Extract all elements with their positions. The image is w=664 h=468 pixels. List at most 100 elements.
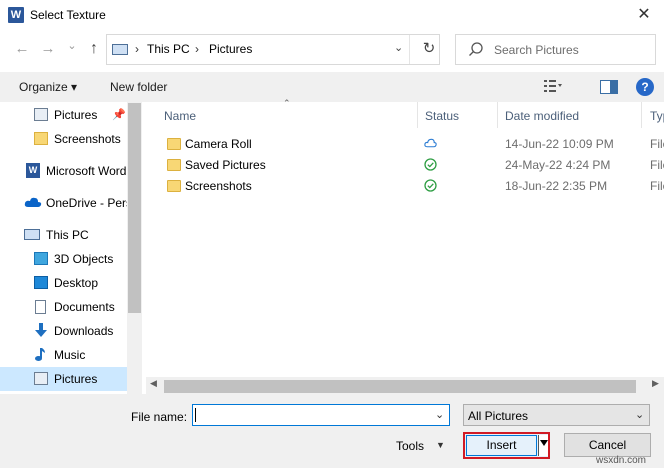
- document-icon: [35, 300, 46, 314]
- sidebar-item-label: Pictures: [54, 108, 98, 122]
- list-item[interactable]: Camera Roll 14-Jun-22 10:09 PM File: [142, 134, 664, 155]
- column-header-status[interactable]: Status: [425, 109, 459, 123]
- cloud-icon: [24, 197, 42, 207]
- breadcrumb-separator[interactable]: ›: [135, 42, 139, 56]
- folder-icon: [34, 132, 48, 145]
- file-name-label: File name:: [131, 410, 188, 424]
- file-name-dropdown-icon[interactable]: ⌄: [435, 408, 444, 421]
- scroll-left-arrow-icon[interactable]: ◀: [150, 378, 157, 389]
- sidebar-item-this-pc[interactable]: This PC: [0, 223, 127, 247]
- watermark: wsxdn.com: [596, 455, 647, 466]
- item-type: File: [650, 137, 664, 151]
- search-box[interactable]: Search Pictures: [455, 34, 656, 65]
- recent-locations-chevron-icon[interactable]: ⌄: [62, 36, 82, 56]
- item-type: File: [650, 158, 664, 172]
- cloud-status-icon: [424, 138, 437, 148]
- sidebar-item-label: Music: [54, 348, 86, 362]
- sidebar-item-music[interactable]: Music: [0, 343, 127, 367]
- pc-icon: [24, 229, 40, 240]
- insert-dropdown-arrow-icon[interactable]: [540, 440, 548, 446]
- sidebar-item-label: Desktop: [54, 276, 99, 290]
- column-divider[interactable]: [641, 102, 642, 128]
- sidebar-item-microsoft-word[interactable]: W Microsoft Word: [0, 159, 127, 183]
- organize-button[interactable]: Organize ▾: [19, 80, 77, 94]
- sidebar-item-pictures[interactable]: Pictures: [0, 367, 127, 391]
- cancel-button[interactable]: Cancel: [564, 433, 651, 457]
- navigation-pane[interactable]: Pictures 📌 Screenshots W Microsoft Word …: [0, 102, 142, 394]
- address-bar[interactable]: › This PC › Pictures ⌄ ↻: [106, 34, 440, 65]
- column-divider[interactable]: [497, 102, 498, 128]
- folder-icon: [167, 159, 181, 171]
- sidebar-item-label: Downloads: [54, 324, 114, 338]
- insert-button[interactable]: Insert: [466, 435, 537, 456]
- sidebar-item-screenshots[interactable]: Screenshots: [0, 127, 127, 151]
- column-header-name[interactable]: Name: [164, 109, 196, 123]
- address-dropdown-icon[interactable]: ⌄: [394, 41, 403, 54]
- column-header-date-modified[interactable]: Date modified: [505, 109, 579, 123]
- tools-button[interactable]: Tools: [396, 439, 424, 453]
- horizontal-scroll-thumb[interactable]: [164, 380, 636, 393]
- sidebar-item-documents[interactable]: Documents: [0, 295, 127, 319]
- sidebar-item-label: Pictures: [54, 372, 98, 386]
- sidebar-item-desktop[interactable]: Desktop: [0, 271, 127, 295]
- up-button[interactable]: ↑: [84, 39, 104, 59]
- new-folder-button[interactable]: New folder: [110, 80, 167, 94]
- scroll-right-arrow-icon[interactable]: ▶: [652, 378, 659, 389]
- command-bar: Organize ▾ New folder ?: [0, 72, 664, 102]
- sidebar-item-label: 3D Objects: [54, 252, 114, 266]
- synced-status-icon: [424, 158, 437, 171]
- folder-icon: [167, 180, 181, 192]
- sidebar-item-onedrive[interactable]: OneDrive - Pers: [0, 191, 132, 215]
- item-name: Camera Roll: [185, 137, 252, 151]
- breadcrumb-separator[interactable]: ›: [195, 42, 199, 56]
- pc-icon: [112, 44, 128, 55]
- sidebar-item-label: OneDrive - Pers: [46, 196, 133, 210]
- help-icon[interactable]: ?: [636, 78, 654, 96]
- word-icon: W: [26, 163, 40, 178]
- tools-dropdown-icon[interactable]: ▼: [436, 440, 445, 450]
- item-name: Saved Pictures: [185, 158, 266, 172]
- file-type-value[interactable]: All Pictures: [468, 409, 528, 423]
- sidebar-item-downloads[interactable]: Downloads: [0, 319, 127, 343]
- sidebar-item-pictures-quick[interactable]: Pictures 📌: [0, 103, 127, 127]
- title-bar: W Select Texture ✕: [0, 0, 664, 32]
- column-divider[interactable]: [417, 102, 418, 128]
- window-title: Select Texture: [30, 8, 106, 22]
- close-button[interactable]: ✕: [632, 4, 656, 26]
- file-list[interactable]: ⌃ Name Status Date modified Typ Camera R…: [142, 98, 664, 394]
- text-caret: [195, 408, 196, 422]
- back-button[interactable]: ←: [12, 39, 32, 59]
- word-app-icon: W: [8, 7, 24, 23]
- breadcrumb-pictures[interactable]: Pictures: [209, 42, 252, 56]
- insert-split-button[interactable]: Insert: [463, 432, 550, 459]
- search-placeholder[interactable]: Search Pictures: [494, 43, 579, 57]
- list-item[interactable]: Screenshots 18-Jun-22 2:35 PM File: [142, 176, 664, 197]
- pictures-icon: [34, 372, 48, 385]
- sidebar-item-label: This PC: [46, 228, 89, 242]
- sidebar-item-3d-objects[interactable]: 3D Objects: [0, 247, 127, 271]
- breadcrumb-this-pc[interactable]: This PC: [147, 42, 190, 56]
- pictures-icon: [34, 108, 48, 121]
- folder-icon: [167, 138, 181, 150]
- item-date: 18-Jun-22 2:35 PM: [505, 179, 608, 193]
- column-header-type[interactable]: Typ: [650, 109, 664, 123]
- refresh-icon[interactable]: ↻: [419, 39, 439, 59]
- preview-pane-icon[interactable]: [600, 80, 618, 94]
- file-type-dropdown-icon[interactable]: ⌄: [635, 408, 644, 421]
- forward-button[interactable]: →: [38, 39, 58, 59]
- music-icon: [35, 348, 45, 361]
- pin-icon: 📌: [112, 109, 126, 121]
- search-icon: [469, 42, 483, 56]
- sidebar-scroll-thumb[interactable]: [128, 103, 141, 313]
- footer-panel: File name: ⌄ All Pictures ⌄ Tools ▼ Inse…: [0, 394, 664, 468]
- item-date: 14-Jun-22 10:09 PM: [505, 137, 614, 151]
- file-name-input[interactable]: ⌄: [192, 404, 450, 426]
- view-options-icon[interactable]: [544, 80, 562, 92]
- file-type-select[interactable]: All Pictures ⌄: [463, 404, 650, 426]
- sidebar-item-label: Microsoft Word: [46, 164, 127, 178]
- item-name: Screenshots: [185, 179, 252, 193]
- address-divider: [409, 35, 410, 64]
- download-icon: [35, 323, 47, 337]
- list-item[interactable]: Saved Pictures 24-May-22 4:24 PM File: [142, 155, 664, 176]
- item-date: 24-May-22 4:24 PM: [505, 158, 611, 172]
